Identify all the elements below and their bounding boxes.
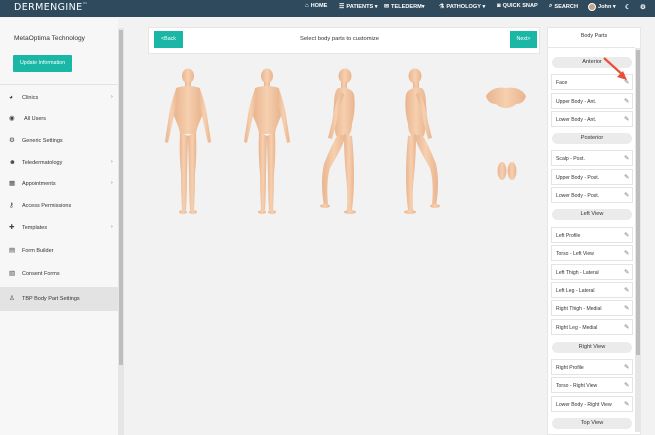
body-part-left-leg-lateral[interactable]: Left Leg - Lateral ✎	[551, 282, 633, 298]
users-icon: ☻	[9, 159, 16, 166]
camera-icon: ◙	[497, 3, 501, 9]
section-header-right-view: Right View	[552, 342, 632, 353]
chevron-right-icon: ›	[111, 180, 113, 186]
telederm-icon: ✉	[384, 4, 390, 10]
organization-name: MetaOptima Technology	[14, 35, 85, 42]
body-parts-title: Body Parts	[580, 33, 608, 39]
chevron-right-icon: ›	[111, 159, 113, 165]
sidebar-item-clinics[interactable]: ◕ Clinics ›	[0, 89, 118, 107]
body-part-lower-body-right-view[interactable]: Lower Body - Right View ✎	[551, 396, 633, 412]
nav-home[interactable]: ⌂ HOME	[305, 3, 327, 9]
pencil-icon[interactable]: ✎	[624, 115, 629, 123]
sidebar-item-access-permissions[interactable]: ⚷ Access Permissions	[0, 197, 118, 215]
document-icon: ▧	[9, 270, 16, 277]
sidebar-item-generic-settings[interactable]: ⚙ Generic Settings	[0, 132, 118, 150]
body-figure-back[interactable]	[244, 68, 290, 215]
form-icon: ▤	[9, 247, 16, 254]
nav-quick-snap[interactable]: ◙ QUICK SNAP	[497, 3, 538, 9]
pencil-icon[interactable]: ✎	[624, 381, 629, 389]
pie-chart-icon: ◕	[9, 94, 13, 101]
body-part-scalp-post[interactable]: Scalp - Post. ✎	[551, 150, 633, 166]
sidebar-item-all-users[interactable]: ◉ All Users	[0, 110, 118, 128]
body-parts-scrollbar-thumb[interactable]	[636, 50, 640, 355]
pencil-icon[interactable]: ✎	[624, 97, 629, 105]
body-figure-front[interactable]	[165, 68, 211, 215]
body-part-upper-body-post[interactable]: Upper Body - Post. ✎	[551, 169, 633, 185]
next-button[interactable]: Next>	[510, 31, 537, 48]
update-information-button[interactable]: Update Information	[13, 55, 72, 72]
chevron-right-icon: ›	[111, 224, 113, 230]
pathology-icon: ⚗	[439, 4, 445, 10]
body-figures	[165, 68, 526, 215]
calendar-icon: ▦	[9, 180, 16, 187]
page-title: Select body parts to customize	[300, 36, 379, 42]
top-navigation-bar: DERMENGINE™ ⌂ HOME ☰ PATIENTS ▾ ✉ TELEDERM▾…	[0, 0, 655, 17]
gear-icon: ⚙	[9, 137, 15, 144]
sidebar-item-teledermatology[interactable]: ☻ Teledermatology ›	[0, 154, 118, 172]
section-header-posterior: Posterior	[552, 133, 632, 144]
body-part-upper-body-ant[interactable]: Upper Body - Ant. ✎	[551, 93, 633, 109]
pencil-icon[interactable]: ✎	[624, 173, 629, 181]
pencil-icon[interactable]: ✎	[624, 400, 629, 408]
nav-search[interactable]: ⌕ SEARCH	[549, 3, 578, 10]
pencil-icon[interactable]: ✎	[624, 249, 629, 257]
body-part-torso-left-view[interactable]: Torso - Left View ✎	[551, 245, 633, 261]
sidebar-item-consent-forms[interactable]: ▧ Consent Forms	[0, 265, 118, 283]
pencil-icon[interactable]: ✎	[624, 304, 629, 312]
feet-bottom-view[interactable]	[497, 162, 517, 180]
nav-user-menu[interactable]: John ▾	[588, 3, 616, 11]
sidebar-item-templates[interactable]: ✚ Templates ›	[0, 219, 118, 237]
pencil-icon[interactable]: ✎	[624, 286, 629, 294]
pencil-icon[interactable]: ✎	[624, 231, 629, 239]
sidebar-item-appointments[interactable]: ▦ Appointments ›	[0, 175, 118, 193]
sidebar-item-tbp-body-part-settings[interactable]: ♙ TBP Body Part Settings	[0, 287, 118, 311]
annotation-arrow	[603, 57, 627, 80]
body-part-left-thigh-lateral[interactable]: Left Thigh - Lateral ✎	[551, 264, 633, 280]
section-header-top-view: Top View	[552, 418, 632, 429]
section-header-left-view: Left View	[552, 209, 632, 220]
pencil-icon[interactable]: ✎	[624, 154, 629, 162]
pencil-icon[interactable]: ✎	[624, 268, 629, 276]
body-figure-right-side[interactable]	[404, 68, 440, 215]
sidebar-scrollbar-thumb[interactable]	[119, 30, 123, 365]
user-circle-icon: ◉	[9, 115, 15, 122]
patients-icon: ☰	[339, 4, 345, 10]
body-figure-left-side[interactable]	[320, 68, 356, 215]
search-icon: ⌕	[549, 3, 553, 9]
sidebar-divider	[0, 84, 118, 85]
puzzle-icon: ✚	[9, 224, 15, 231]
nav-pathology[interactable]: ⚗ PATHOLOGY ▾	[439, 3, 485, 11]
body-part-lower-body-post[interactable]: Lower Body - Post. ✎	[551, 187, 633, 203]
gear-icon[interactable]: ⚙	[640, 3, 646, 11]
body-icon: ♙	[9, 295, 15, 302]
body-part-right-thigh-medial[interactable]: Right Thigh - Medial ✎	[551, 300, 633, 316]
body-part-lower-body-ant[interactable]: Lower Body - Ant. ✎	[551, 111, 633, 127]
home-icon: ⌂	[305, 3, 309, 9]
sidebar-item-form-builder[interactable]: ▤ Form Builder	[0, 242, 118, 260]
nav-telederm[interactable]: ✉ TELEDERM▾	[384, 3, 425, 11]
body-part-right-profile[interactable]: Right Profile ✎	[551, 359, 633, 375]
dermengine-logo[interactable]: DERMENGINE™	[14, 2, 88, 13]
body-part-torso-right-view[interactable]: Torso - Right View ✎	[551, 377, 633, 393]
pencil-icon[interactable]: ✎	[624, 323, 629, 331]
pencil-icon[interactable]: ✎	[624, 363, 629, 371]
head-top-view[interactable]	[486, 87, 526, 108]
avatar	[588, 3, 596, 11]
pencil-icon[interactable]: ✎	[624, 191, 629, 199]
back-button[interactable]: <Back	[154, 31, 183, 48]
key-icon: ⚷	[9, 202, 14, 209]
chevron-right-icon: ›	[111, 94, 113, 100]
nav-patients[interactable]: ☰ PATIENTS ▾	[339, 3, 378, 11]
body-part-right-leg-medial[interactable]: Right Leg - Medial ✎	[551, 319, 633, 335]
body-parts-divider	[547, 47, 635, 48]
night-mode-icon[interactable]: ☾	[625, 3, 631, 11]
body-part-left-profile[interactable]: Left Profile ✎	[551, 227, 633, 243]
